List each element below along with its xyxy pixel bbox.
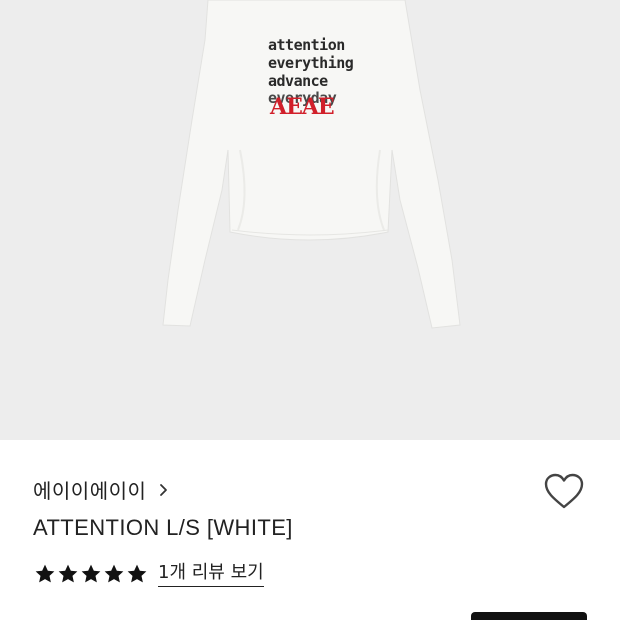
shirt-illustration: attention everything advance everyday AE…: [162, 0, 461, 329]
print-line: attention: [268, 36, 345, 54]
product-info: 에이이에이이 ATTENTION L/S [WHITE] 1개 리뷰 보기: [0, 440, 620, 620]
brand-link[interactable]: 에이이에이이: [33, 476, 170, 503]
chevron-right-icon: [158, 482, 170, 496]
star-icon: [126, 563, 148, 585]
heart-outline-icon[interactable]: [543, 472, 585, 512]
print-line: advance: [268, 72, 328, 90]
product-image: attention everything advance everyday AE…: [0, 0, 620, 440]
review-link[interactable]: 1개 리뷰 보기: [158, 562, 264, 587]
rating-stars: [34, 563, 148, 585]
brand-name: 에이이에이이: [33, 478, 147, 503]
star-icon: [80, 563, 102, 585]
star-icon: [57, 563, 79, 585]
rating-row: 1개 리뷰 보기: [34, 560, 264, 588]
print-logo: AEAE: [269, 94, 334, 120]
action-button[interactable]: [471, 612, 587, 620]
star-icon: [103, 563, 125, 585]
product-detail-page: attention everything advance everyday AE…: [0, 0, 620, 620]
product-title: ATTENTION L/S [WHITE]: [33, 515, 293, 540]
star-icon: [34, 563, 56, 585]
print-line: everything: [268, 54, 354, 72]
